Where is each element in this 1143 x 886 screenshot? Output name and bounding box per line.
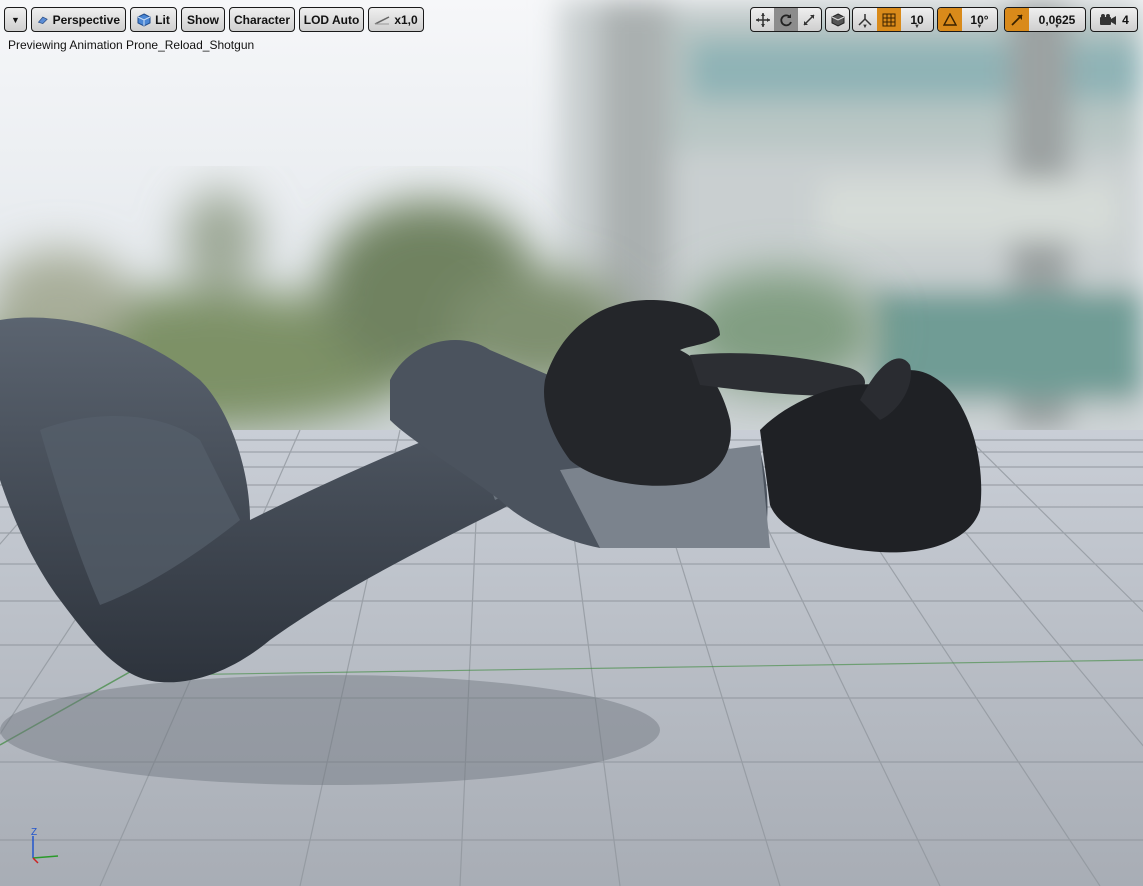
play-rate-icon (374, 15, 390, 25)
lit-button[interactable]: Lit (130, 7, 177, 32)
scale-tool-button[interactable] (798, 8, 821, 31)
lit-label: Lit (155, 12, 170, 27)
play-rate-button[interactable]: x1,0 (368, 7, 424, 32)
viewport-scene[interactable]: Z (0, 0, 1143, 886)
transform-tools-group (750, 7, 822, 32)
grid-snap-group: ▼ 10 ▼ (852, 7, 934, 32)
grid-snap-value-dropdown[interactable]: 10 ▼ (901, 8, 933, 31)
scale-snap-icon (1011, 13, 1023, 26)
scale-icon (803, 13, 815, 26)
rotation-snap-icon (943, 13, 957, 26)
perspective-button[interactable]: Perspective (31, 7, 126, 32)
lit-cube-icon (137, 12, 151, 27)
show-button[interactable]: Show (181, 7, 225, 32)
lod-button[interactable]: LOD Auto (299, 7, 364, 32)
camera-speed-button[interactable]: 4 (1090, 7, 1138, 32)
show-label: Show (187, 12, 219, 27)
arm-shadow (0, 675, 660, 785)
perspective-label: Perspective (52, 12, 120, 27)
rotate-tool-button[interactable] (774, 8, 798, 31)
viewport-options-menu-button[interactable]: ▼ (4, 7, 27, 32)
scale-snap-toggle[interactable] (1005, 8, 1029, 31)
perspective-icon (37, 16, 48, 24)
axis-z-label: Z (31, 827, 37, 838)
world-local-icon (831, 12, 844, 27)
surface-snap-button[interactable]: ▼ (853, 8, 877, 31)
preview-status-text: Previewing Animation Prone_Reload_Shotgu… (8, 38, 255, 52)
character-label: Character (233, 12, 291, 27)
chevron-down-icon: ▼ (11, 14, 20, 25)
scale-snap-group: 0,0625 ▼ (1004, 7, 1086, 32)
rotation-snap-group: 10° ▼ (937, 7, 998, 32)
camera-speed-value: 4 (1122, 12, 1129, 27)
rotate-icon (780, 13, 792, 26)
grid-snap-icon (882, 13, 896, 26)
rotation-snap-value-dropdown[interactable]: 10° ▼ (962, 8, 997, 31)
rotation-snap-toggle[interactable] (938, 8, 962, 31)
scale-snap-value-dropdown[interactable]: 0,0625 ▼ (1029, 8, 1085, 31)
translate-icon (755, 12, 770, 27)
grid-snap-toggle[interactable] (877, 8, 901, 31)
character-button[interactable]: Character (229, 7, 295, 32)
animation-preview-viewport[interactable]: Z ▼ Perspective Lit Show Character LOD A… (0, 0, 1143, 886)
translate-tool-button[interactable] (751, 8, 774, 31)
lod-label: LOD Auto (303, 12, 360, 27)
camera-speed-icon (1100, 13, 1117, 25)
play-rate-label: x1,0 (394, 12, 418, 27)
world-local-toggle[interactable] (825, 7, 850, 32)
